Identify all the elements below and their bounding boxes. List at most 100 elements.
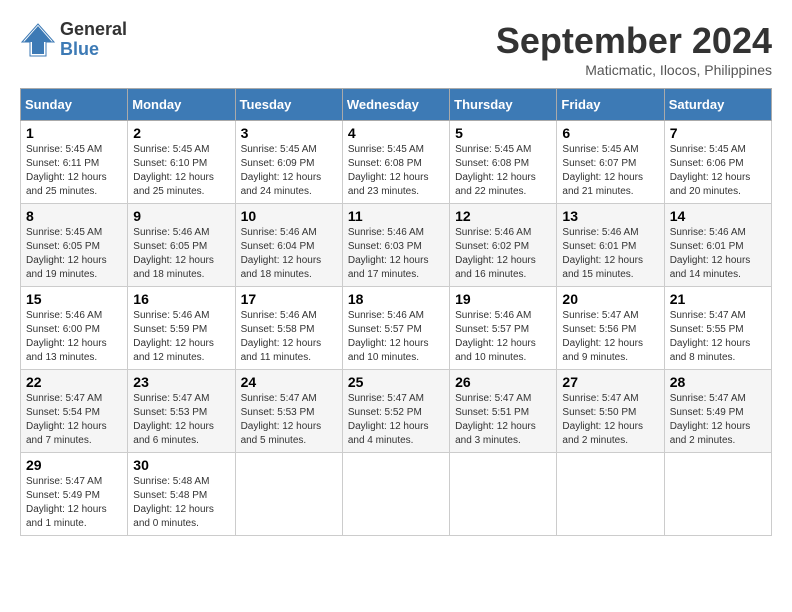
calendar-cell: 14Sunrise: 5:46 AM Sunset: 6:01 PM Dayli… [664, 204, 771, 287]
header-tuesday: Tuesday [235, 89, 342, 121]
calendar-cell: 8Sunrise: 5:45 AM Sunset: 6:05 PM Daylig… [21, 204, 128, 287]
day-info: Sunrise: 5:46 AM Sunset: 6:03 PM Dayligh… [348, 226, 444, 282]
day-number: 2 [133, 125, 229, 141]
calendar-cell: 17 Sunrise: 5:46 AM Sunset: 5:58 PM Dayli… [235, 287, 342, 370]
calendar-body: 1 Sunrise: 5:45 AM Sunset: 6:11 PM Daylig… [21, 121, 772, 536]
calendar-cell: 25 Sunrise: 5:47 AM Sunset: 5:52 PM Dayli… [342, 370, 449, 453]
day-number: 1 [26, 125, 122, 141]
day-info: Sunrise: 5:47 AM Sunset: 5:49 PM Dayligh… [26, 475, 122, 531]
day-info: Sunrise: 5:47 AM Sunset: 5:54 PM Dayligh… [26, 392, 122, 448]
page-header: GeneralBlue September 2024 Maticmatic, I… [20, 20, 772, 78]
calendar-cell: 18 Sunrise: 5:46 AM Sunset: 5:57 PM Dayli… [342, 287, 449, 370]
calendar-cell: 10 Sunrise: 5:46 AM Sunset: 6:04 PM Dayli… [235, 204, 342, 287]
calendar-cell: 1 Sunrise: 5:45 AM Sunset: 6:11 PM Daylig… [21, 121, 128, 204]
day-number: 19 [455, 291, 551, 307]
day-info: Sunrise: 5:46 AM Sunset: 5:58 PM Dayligh… [241, 309, 337, 365]
day-number: 26 [455, 374, 551, 390]
day-number: 23 [133, 374, 229, 390]
day-info: Sunrise: 5:47 AM Sunset: 5:53 PM Dayligh… [133, 392, 229, 448]
day-number: 20 [562, 291, 658, 307]
title-area: September 2024 Maticmatic, Ilocos, Phili… [496, 20, 772, 78]
calendar-cell: 29 Sunrise: 5:47 AM Sunset: 5:49 PM Dayli… [21, 453, 128, 536]
day-number: 9 [133, 208, 229, 224]
day-info: Sunrise: 5:45 AM Sunset: 6:08 PM Dayligh… [348, 143, 444, 199]
day-info: Sunrise: 5:47 AM Sunset: 5:50 PM Dayligh… [562, 392, 658, 448]
day-number: 30 [133, 457, 229, 473]
calendar-cell [664, 453, 771, 536]
calendar-cell: 2 Sunrise: 5:45 AM Sunset: 6:10 PM Daylig… [128, 121, 235, 204]
day-number: 10 [241, 208, 337, 224]
day-number: 29 [26, 457, 122, 473]
calendar-cell: 12 Sunrise: 5:46 AM Sunset: 6:02 PM Dayli… [450, 204, 557, 287]
day-number: 13 [562, 208, 658, 224]
calendar-header: SundayMondayTuesdayWednesdayThursdayFrid… [21, 89, 772, 121]
calendar-cell: 4 Sunrise: 5:45 AM Sunset: 6:08 PM Daylig… [342, 121, 449, 204]
day-info: Sunrise: 5:46 AM Sunset: 6:02 PM Dayligh… [455, 226, 551, 282]
calendar-cell: 9 Sunrise: 5:46 AM Sunset: 6:05 PM Daylig… [128, 204, 235, 287]
day-number: 25 [348, 374, 444, 390]
day-info: Sunrise: 5:47 AM Sunset: 5:56 PM Dayligh… [562, 309, 658, 365]
day-info: Sunrise: 5:47 AM Sunset: 5:51 PM Dayligh… [455, 392, 551, 448]
calendar-cell: 20 Sunrise: 5:47 AM Sunset: 5:56 PM Dayli… [557, 287, 664, 370]
calendar-cell [235, 453, 342, 536]
calendar-cell: 26 Sunrise: 5:47 AM Sunset: 5:51 PM Dayli… [450, 370, 557, 453]
day-info: Sunrise: 5:48 AM Sunset: 5:48 PM Dayligh… [133, 475, 229, 531]
header-sunday: Sunday [21, 89, 128, 121]
day-info: Sunrise: 5:46 AM Sunset: 6:05 PM Dayligh… [133, 226, 229, 282]
day-info: Sunrise: 5:45 AM Sunset: 6:10 PM Dayligh… [133, 143, 229, 199]
calendar-week-1: 1 Sunrise: 5:45 AM Sunset: 6:11 PM Daylig… [21, 121, 772, 204]
day-info: Sunrise: 5:45 AM Sunset: 6:09 PM Dayligh… [241, 143, 337, 199]
day-number: 4 [348, 125, 444, 141]
header-monday: Monday [128, 89, 235, 121]
header-thursday: Thursday [450, 89, 557, 121]
day-info: Sunrise: 5:46 AM Sunset: 5:59 PM Dayligh… [133, 309, 229, 365]
calendar-cell: 24Sunrise: 5:47 AM Sunset: 5:53 PM Dayli… [235, 370, 342, 453]
calendar-cell: 27Sunrise: 5:47 AM Sunset: 5:50 PM Dayli… [557, 370, 664, 453]
day-info: Sunrise: 5:45 AM Sunset: 6:06 PM Dayligh… [670, 143, 766, 199]
calendar-week-2: 8Sunrise: 5:45 AM Sunset: 6:05 PM Daylig… [21, 204, 772, 287]
calendar-week-4: 22 Sunrise: 5:47 AM Sunset: 5:54 PM Dayli… [21, 370, 772, 453]
day-number: 11 [348, 208, 444, 224]
day-number: 8 [26, 208, 122, 224]
day-number: 15 [26, 291, 122, 307]
day-number: 22 [26, 374, 122, 390]
logo-text: GeneralBlue [60, 20, 127, 60]
logo-icon [20, 22, 56, 58]
day-info: Sunrise: 5:46 AM Sunset: 5:57 PM Dayligh… [348, 309, 444, 365]
day-info: Sunrise: 5:46 AM Sunset: 6:01 PM Dayligh… [670, 226, 766, 282]
day-info: Sunrise: 5:46 AM Sunset: 5:57 PM Dayligh… [455, 309, 551, 365]
calendar-cell: 23 Sunrise: 5:47 AM Sunset: 5:53 PM Dayli… [128, 370, 235, 453]
day-number: 7 [670, 125, 766, 141]
day-info: Sunrise: 5:46 AM Sunset: 6:01 PM Dayligh… [562, 226, 658, 282]
calendar-cell: 15Sunrise: 5:46 AM Sunset: 6:00 PM Dayli… [21, 287, 128, 370]
day-number: 17 [241, 291, 337, 307]
calendar-cell: 13 Sunrise: 5:46 AM Sunset: 6:01 PM Dayli… [557, 204, 664, 287]
day-number: 12 [455, 208, 551, 224]
day-info: Sunrise: 5:46 AM Sunset: 6:04 PM Dayligh… [241, 226, 337, 282]
calendar-cell [557, 453, 664, 536]
day-info: Sunrise: 5:45 AM Sunset: 6:11 PM Dayligh… [26, 143, 122, 199]
header-row: SundayMondayTuesdayWednesdayThursdayFrid… [21, 89, 772, 121]
calendar-cell [342, 453, 449, 536]
calendar-cell: 5Sunrise: 5:45 AM Sunset: 6:08 PM Daylig… [450, 121, 557, 204]
calendar-week-3: 15Sunrise: 5:46 AM Sunset: 6:00 PM Dayli… [21, 287, 772, 370]
calendar-cell: 28 Sunrise: 5:47 AM Sunset: 5:49 PM Dayli… [664, 370, 771, 453]
location: Maticmatic, Ilocos, Philippines [496, 62, 772, 78]
calendar-cell: 16 Sunrise: 5:46 AM Sunset: 5:59 PM Dayli… [128, 287, 235, 370]
day-number: 5 [455, 125, 551, 141]
month-title: September 2024 [496, 20, 772, 62]
calendar-cell: 6Sunrise: 5:45 AM Sunset: 6:07 PM Daylig… [557, 121, 664, 204]
day-info: Sunrise: 5:47 AM Sunset: 5:49 PM Dayligh… [670, 392, 766, 448]
day-number: 18 [348, 291, 444, 307]
calendar-cell: 22 Sunrise: 5:47 AM Sunset: 5:54 PM Dayli… [21, 370, 128, 453]
calendar-cell: 21Sunrise: 5:47 AM Sunset: 5:55 PM Dayli… [664, 287, 771, 370]
day-info: Sunrise: 5:47 AM Sunset: 5:52 PM Dayligh… [348, 392, 444, 448]
day-number: 28 [670, 374, 766, 390]
day-number: 16 [133, 291, 229, 307]
header-saturday: Saturday [664, 89, 771, 121]
day-info: Sunrise: 5:47 AM Sunset: 5:53 PM Dayligh… [241, 392, 337, 448]
day-number: 6 [562, 125, 658, 141]
calendar-cell: 3 Sunrise: 5:45 AM Sunset: 6:09 PM Daylig… [235, 121, 342, 204]
day-info: Sunrise: 5:47 AM Sunset: 5:55 PM Dayligh… [670, 309, 766, 365]
day-number: 3 [241, 125, 337, 141]
